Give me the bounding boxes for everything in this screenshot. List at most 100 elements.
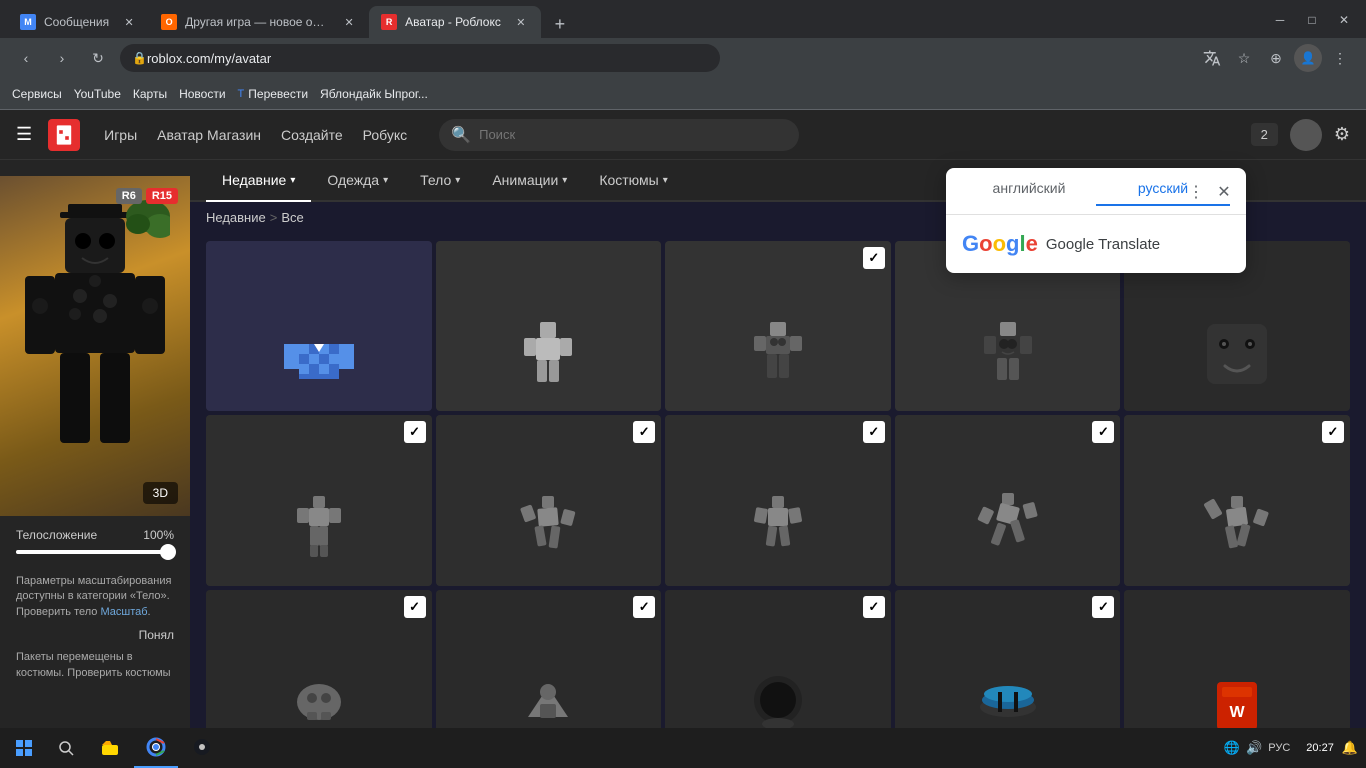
- item-svg-8: [968, 488, 1048, 568]
- r6-badge[interactable]: R6: [116, 188, 142, 204]
- tab-3-title: Аватар - Роблокс: [405, 15, 501, 29]
- r15-badge[interactable]: R15: [146, 188, 178, 204]
- roblox-search-bar[interactable]: 🔍: [439, 119, 799, 151]
- tab-costumes[interactable]: Костюмы ▾: [583, 160, 683, 202]
- translate-icon[interactable]: [1198, 44, 1226, 72]
- address-icons: ☆ ⊕ 👤 ⋮: [1198, 44, 1354, 72]
- item-svg-7: [738, 488, 818, 568]
- scale-fill: [16, 550, 174, 554]
- item-card-1[interactable]: ROBLOX Boy: [436, 241, 662, 411]
- address-bar: ‹ › ↻ 🔒 roblox.com/my/avatar ☆ ⊕ 👤 ⋮: [0, 38, 1366, 78]
- search-icon: 🔍: [451, 125, 471, 145]
- tab-1-close[interactable]: ✕: [121, 14, 137, 30]
- notification-bell-icon[interactable]: 🔔: [1342, 740, 1358, 756]
- items-grid: ROBLOX Boy Торс: [190, 233, 1366, 768]
- bookmark-news[interactable]: Новости: [179, 87, 225, 101]
- tab-3-favicon: R: [381, 14, 397, 30]
- taskbar-app-explorer[interactable]: [88, 728, 132, 768]
- settings-icon[interactable]: ⚙: [1334, 124, 1350, 145]
- extension-icon[interactable]: ⊕: [1262, 44, 1290, 72]
- maximize-button[interactable]: □: [1298, 6, 1326, 34]
- close-button[interactable]: ✕: [1330, 6, 1358, 34]
- search-input[interactable]: [479, 127, 787, 142]
- translate-close-button[interactable]: ✕: [1210, 178, 1238, 206]
- tab-clothing[interactable]: Одежда ▾: [311, 160, 404, 202]
- avatar-3d-button[interactable]: 3D: [143, 482, 178, 504]
- svg-text:W: W: [1230, 704, 1246, 721]
- translate-bookmark-icon: T: [238, 88, 245, 100]
- profile-icon[interactable]: 👤: [1294, 44, 1322, 72]
- tab-1-title: Сообщения: [44, 15, 109, 29]
- body-scale-slider[interactable]: [16, 550, 174, 554]
- item-card-9[interactable]: Rthro Climb: [1124, 415, 1350, 585]
- item-thumb-9: [1124, 415, 1350, 585]
- roblox-logo[interactable]: [48, 119, 80, 151]
- back-button[interactable]: ‹: [12, 44, 40, 72]
- item-check-8: [1092, 421, 1114, 443]
- bookmark-youtube[interactable]: YouTube: [74, 87, 121, 101]
- bookmark-translate[interactable]: T Перевести: [238, 87, 309, 101]
- item-card-0[interactable]: ROBLOX Boy Торс: [206, 241, 432, 411]
- breadcrumb-current: Все: [281, 210, 303, 225]
- lock-icon: 🔒: [132, 51, 147, 65]
- menu-icon[interactable]: ⋮: [1326, 44, 1354, 72]
- item-thumb-8: [895, 415, 1121, 585]
- translate-lang-english[interactable]: английский: [962, 180, 1096, 206]
- taskbar-app-steam[interactable]: [180, 728, 224, 768]
- minimize-button[interactable]: ─: [1266, 6, 1294, 34]
- bookmark-other[interactable]: Яблондайк Ыпрог...: [320, 87, 428, 101]
- hamburger-menu-icon[interactable]: ☰: [16, 124, 32, 145]
- item-card-8[interactable]: Rthro Fall: [895, 415, 1121, 585]
- taskbar: 🌐 🔊 РУС 20:27 🔔: [0, 728, 1366, 768]
- scale-thumb[interactable]: [160, 544, 176, 560]
- nav-robux[interactable]: Робукс: [363, 127, 408, 143]
- bookmark-maps[interactable]: Карты: [133, 87, 167, 101]
- tab-animations[interactable]: Анимации ▾: [476, 160, 583, 202]
- bookmark-services[interactable]: Сервисы: [12, 87, 62, 101]
- taskbar-app-chrome[interactable]: [134, 728, 178, 768]
- item-svg-1: [508, 314, 588, 394]
- tab-bar: М Сообщения ✕ О Другая игра — новое объя…: [0, 0, 1366, 38]
- tab-1[interactable]: М Сообщения ✕: [8, 6, 149, 38]
- tab-recent[interactable]: Недавние ▾: [206, 160, 311, 202]
- item-card-5[interactable]: Rthro Idle: [206, 415, 432, 585]
- tab-clothing-arrow: ▾: [383, 175, 388, 186]
- item-card-6[interactable]: Rthro Run: [436, 415, 662, 585]
- breadcrumb-parent[interactable]: Недавние: [206, 210, 266, 225]
- item-svg-6: [508, 488, 588, 568]
- nav-create[interactable]: Создайте: [281, 127, 343, 143]
- start-button[interactable]: [0, 728, 48, 768]
- translate-brand: Google Translate: [1046, 236, 1160, 253]
- tab-body-arrow: ▾: [455, 175, 460, 186]
- bookmark-star-icon[interactable]: ☆: [1230, 44, 1258, 72]
- tab-1-favicon: М: [20, 14, 36, 30]
- got-it-button[interactable]: Понял: [0, 628, 190, 642]
- robux-count: 2: [1251, 123, 1278, 146]
- new-tab-button[interactable]: +: [545, 10, 575, 38]
- tab-2-close[interactable]: ✕: [341, 14, 357, 30]
- taskbar-search-button[interactable]: [48, 728, 84, 768]
- url-bar[interactable]: 🔒 roblox.com/my/avatar: [120, 44, 720, 72]
- translate-header: английский русский ⋮ ✕: [946, 168, 1246, 215]
- item-thumb-5: [206, 415, 432, 585]
- nav-avatar-icon[interactable]: [1290, 119, 1322, 151]
- notice-link-1[interactable]: Масштаб: [100, 606, 147, 618]
- tab-3[interactable]: R Аватар - Роблокс ✕: [369, 6, 541, 38]
- tab-3-close[interactable]: ✕: [513, 14, 529, 30]
- item-svg-4: [1197, 314, 1277, 394]
- item-thumb-1: [436, 241, 662, 411]
- item-card-7[interactable]: Rthro Walk: [665, 415, 891, 585]
- tab-2[interactable]: О Другая игра — новое объявле... ✕: [149, 6, 369, 38]
- translate-more-button[interactable]: ⋮: [1182, 178, 1210, 206]
- tab-costumes-arrow: ▾: [663, 175, 668, 186]
- tab-body[interactable]: Тело ▾: [404, 160, 476, 202]
- google-logo: Google: [962, 231, 1038, 257]
- reload-button[interactable]: ↻: [84, 44, 112, 72]
- nav-games[interactable]: Игры: [104, 127, 137, 143]
- roblox-nav-links: Игры Аватар Магазин Создайте Робукс: [104, 127, 407, 143]
- url-text: roblox.com/my/avatar: [147, 51, 271, 66]
- nav-avatar-shop[interactable]: Аватар Магазин: [157, 127, 261, 143]
- tab-animations-arrow: ▾: [562, 175, 567, 186]
- forward-button[interactable]: ›: [48, 44, 76, 72]
- item-card-2[interactable]: Штаны с черепом: [665, 241, 891, 411]
